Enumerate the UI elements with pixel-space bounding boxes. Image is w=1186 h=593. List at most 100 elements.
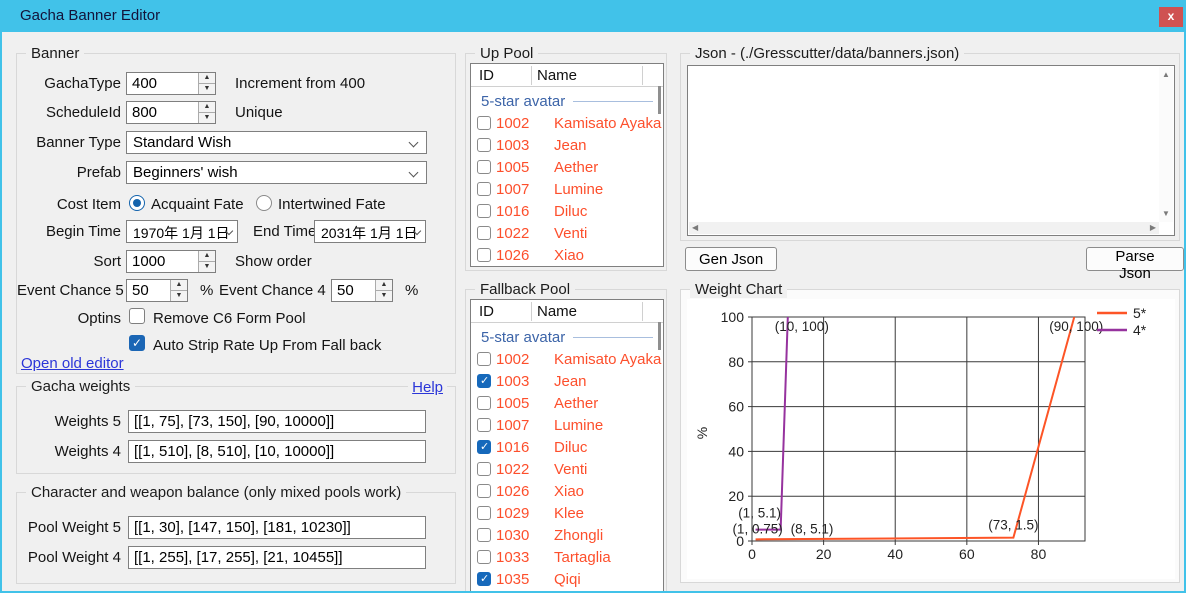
spin-up-icon: ▲ bbox=[199, 251, 215, 262]
list-item[interactable]: 1007 Lumine bbox=[471, 178, 663, 200]
list-item[interactable]: 1022 Venti bbox=[471, 222, 663, 244]
list-item[interactable]: 1002 Kamisato Ayaka bbox=[471, 112, 663, 134]
row-checkbox[interactable] bbox=[477, 226, 491, 240]
scroll-right-icon[interactable]: ▶ bbox=[1150, 224, 1156, 232]
fallback-pool-list[interactable]: ID Name 5-star avatar 1002 Kamisato Ayak… bbox=[470, 299, 664, 593]
begin-time-value: 1970年 1月 1日 bbox=[133, 225, 230, 241]
row-checkbox[interactable] bbox=[477, 506, 491, 520]
remove-c6-checkbox[interactable] bbox=[129, 308, 145, 324]
row-checkbox[interactable] bbox=[477, 352, 491, 366]
list-item[interactable]: 1022 Venti bbox=[471, 458, 663, 480]
row-checkbox[interactable] bbox=[477, 374, 491, 388]
horizontal-scrollbar[interactable]: ◀ ▶ bbox=[689, 222, 1159, 234]
column-divider bbox=[642, 66, 643, 85]
scrollbar-thumb[interactable] bbox=[658, 86, 661, 114]
svg-text:(1, 5.1): (1, 5.1) bbox=[738, 506, 781, 521]
list-item[interactable]: 1005 Aether bbox=[471, 392, 663, 414]
svg-text:(8, 5.1): (8, 5.1) bbox=[791, 522, 834, 537]
event-chance-4-spinner[interactable]: ▲▼ bbox=[375, 280, 392, 301]
row-name: Venti bbox=[554, 461, 587, 478]
up-pool-list[interactable]: ID Name 5-star avatar 1002 Kamisato Ayak… bbox=[470, 63, 664, 267]
close-icon[interactable]: x bbox=[1159, 7, 1183, 27]
row-checkbox[interactable] bbox=[477, 418, 491, 432]
prefab-select[interactable]: Beginners' wish bbox=[126, 161, 427, 184]
row-checkbox[interactable] bbox=[477, 484, 491, 498]
list-item[interactable]: 1003 Jean bbox=[471, 134, 663, 156]
scheduleid-spinner[interactable]: ▲▼ bbox=[198, 102, 215, 123]
weights-5-label: Weights 5 bbox=[17, 413, 121, 430]
banner-type-select[interactable]: Standard Wish bbox=[126, 131, 427, 154]
help-link[interactable]: Help bbox=[408, 379, 447, 396]
scroll-down-icon[interactable]: ▼ bbox=[1162, 210, 1170, 218]
list-item[interactable]: 1003 Jean bbox=[471, 370, 663, 392]
acquaint-fate-radio[interactable] bbox=[129, 195, 145, 211]
gacha-weights-group: Gacha weights Help Weights 5 Weights 4 bbox=[16, 386, 456, 474]
name-column-header[interactable]: Name bbox=[537, 67, 577, 84]
weight-chart-group: Weight Chart 020406080020406080100%(10, … bbox=[680, 289, 1180, 583]
name-column-header[interactable]: Name bbox=[537, 303, 577, 320]
scroll-up-icon[interactable]: ▲ bbox=[1162, 71, 1170, 79]
open-old-editor-link[interactable]: Open old editor bbox=[21, 355, 124, 372]
parse-json-button[interactable]: Parse Json bbox=[1086, 247, 1184, 271]
list-item[interactable]: 1029 Klee bbox=[471, 502, 663, 524]
row-checkbox[interactable] bbox=[477, 248, 491, 262]
weights-4-input[interactable] bbox=[128, 440, 426, 463]
row-checkbox[interactable] bbox=[477, 182, 491, 196]
list-item[interactable]: 1026 Xiao bbox=[471, 244, 663, 266]
list-item[interactable]: 1007 Lumine bbox=[471, 414, 663, 436]
svg-text:60: 60 bbox=[728, 399, 744, 415]
row-checkbox[interactable] bbox=[477, 462, 491, 476]
list-item[interactable]: 1016 Diluc bbox=[471, 200, 663, 222]
row-name: Tartaglia bbox=[554, 549, 611, 566]
list-item[interactable]: 1033 Tartaglia bbox=[471, 546, 663, 568]
id-column-header[interactable]: ID bbox=[479, 67, 494, 84]
pool-weight-4-input[interactable] bbox=[128, 546, 426, 569]
scrollbar-thumb[interactable] bbox=[658, 322, 661, 350]
weights-5-input[interactable] bbox=[128, 410, 426, 433]
row-checkbox[interactable] bbox=[477, 160, 491, 174]
up-pool-label: Up Pool bbox=[475, 45, 538, 62]
event-chance-5-spinner[interactable]: ▲▼ bbox=[170, 280, 187, 301]
row-checkbox[interactable] bbox=[477, 138, 491, 152]
intertwined-fate-radio[interactable] bbox=[256, 195, 272, 211]
vertical-scrollbar[interactable]: ▲ ▼ bbox=[1159, 67, 1173, 222]
svg-text:60: 60 bbox=[959, 546, 975, 562]
list-item[interactable]: 1035 Qiqi bbox=[471, 568, 663, 590]
row-checkbox[interactable] bbox=[477, 550, 491, 564]
svg-text:(90, 100): (90, 100) bbox=[1049, 319, 1103, 334]
list-item[interactable]: 1016 Diluc bbox=[471, 436, 663, 458]
gachatype-hint: Increment from 400 bbox=[235, 75, 365, 92]
banner-type-label: Banner Type bbox=[17, 134, 121, 151]
column-divider bbox=[642, 302, 643, 321]
row-checkbox[interactable] bbox=[477, 572, 491, 586]
up-pool-rows: 1002 Kamisato Ayaka 1003 Jean 1005 Aethe… bbox=[471, 112, 663, 266]
scroll-left-icon[interactable]: ◀ bbox=[692, 224, 698, 232]
weight-chart-canvas: 020406080020406080100%(10, 100)(90, 100)… bbox=[687, 299, 1175, 579]
row-checkbox[interactable] bbox=[477, 396, 491, 410]
begin-time-picker[interactable]: 1970年 1月 1日 bbox=[126, 220, 238, 243]
gen-json-button[interactable]: Gen Json bbox=[685, 247, 777, 271]
gachatype-spinner[interactable]: ▲▼ bbox=[198, 73, 215, 94]
prefab-label: Prefab bbox=[17, 164, 121, 181]
row-id: 1022 bbox=[496, 225, 534, 242]
auto-strip-checkbox[interactable] bbox=[129, 335, 145, 351]
sort-spinner[interactable]: ▲▼ bbox=[198, 251, 215, 272]
fallback-pool-rows: 1002 Kamisato Ayaka 1003 Jean 1005 Aethe… bbox=[471, 348, 663, 590]
list-item[interactable]: 1030 Zhongli bbox=[471, 524, 663, 546]
weight-chart-label: Weight Chart bbox=[690, 281, 787, 298]
id-column-header[interactable]: ID bbox=[479, 303, 494, 320]
list-item[interactable]: 1026 Xiao bbox=[471, 480, 663, 502]
json-textarea[interactable]: ▲ ▼ ◀ ▶ bbox=[687, 65, 1175, 236]
list-item[interactable]: 1005 Aether bbox=[471, 156, 663, 178]
pool-weight-5-input[interactable] bbox=[128, 516, 426, 539]
row-checkbox[interactable] bbox=[477, 116, 491, 130]
up-pool-section: 5-star avatar bbox=[471, 90, 659, 112]
row-name: Lumine bbox=[554, 181, 603, 198]
row-checkbox[interactable] bbox=[477, 440, 491, 454]
row-checkbox[interactable] bbox=[477, 528, 491, 542]
list-item[interactable]: 1002 Kamisato Ayaka bbox=[471, 348, 663, 370]
event-chance-5-label: Event Chance 5 bbox=[17, 282, 121, 299]
row-checkbox[interactable] bbox=[477, 204, 491, 218]
row-name: Diluc bbox=[554, 203, 587, 220]
end-time-picker[interactable]: 2031年 1月 1日 bbox=[314, 220, 426, 243]
